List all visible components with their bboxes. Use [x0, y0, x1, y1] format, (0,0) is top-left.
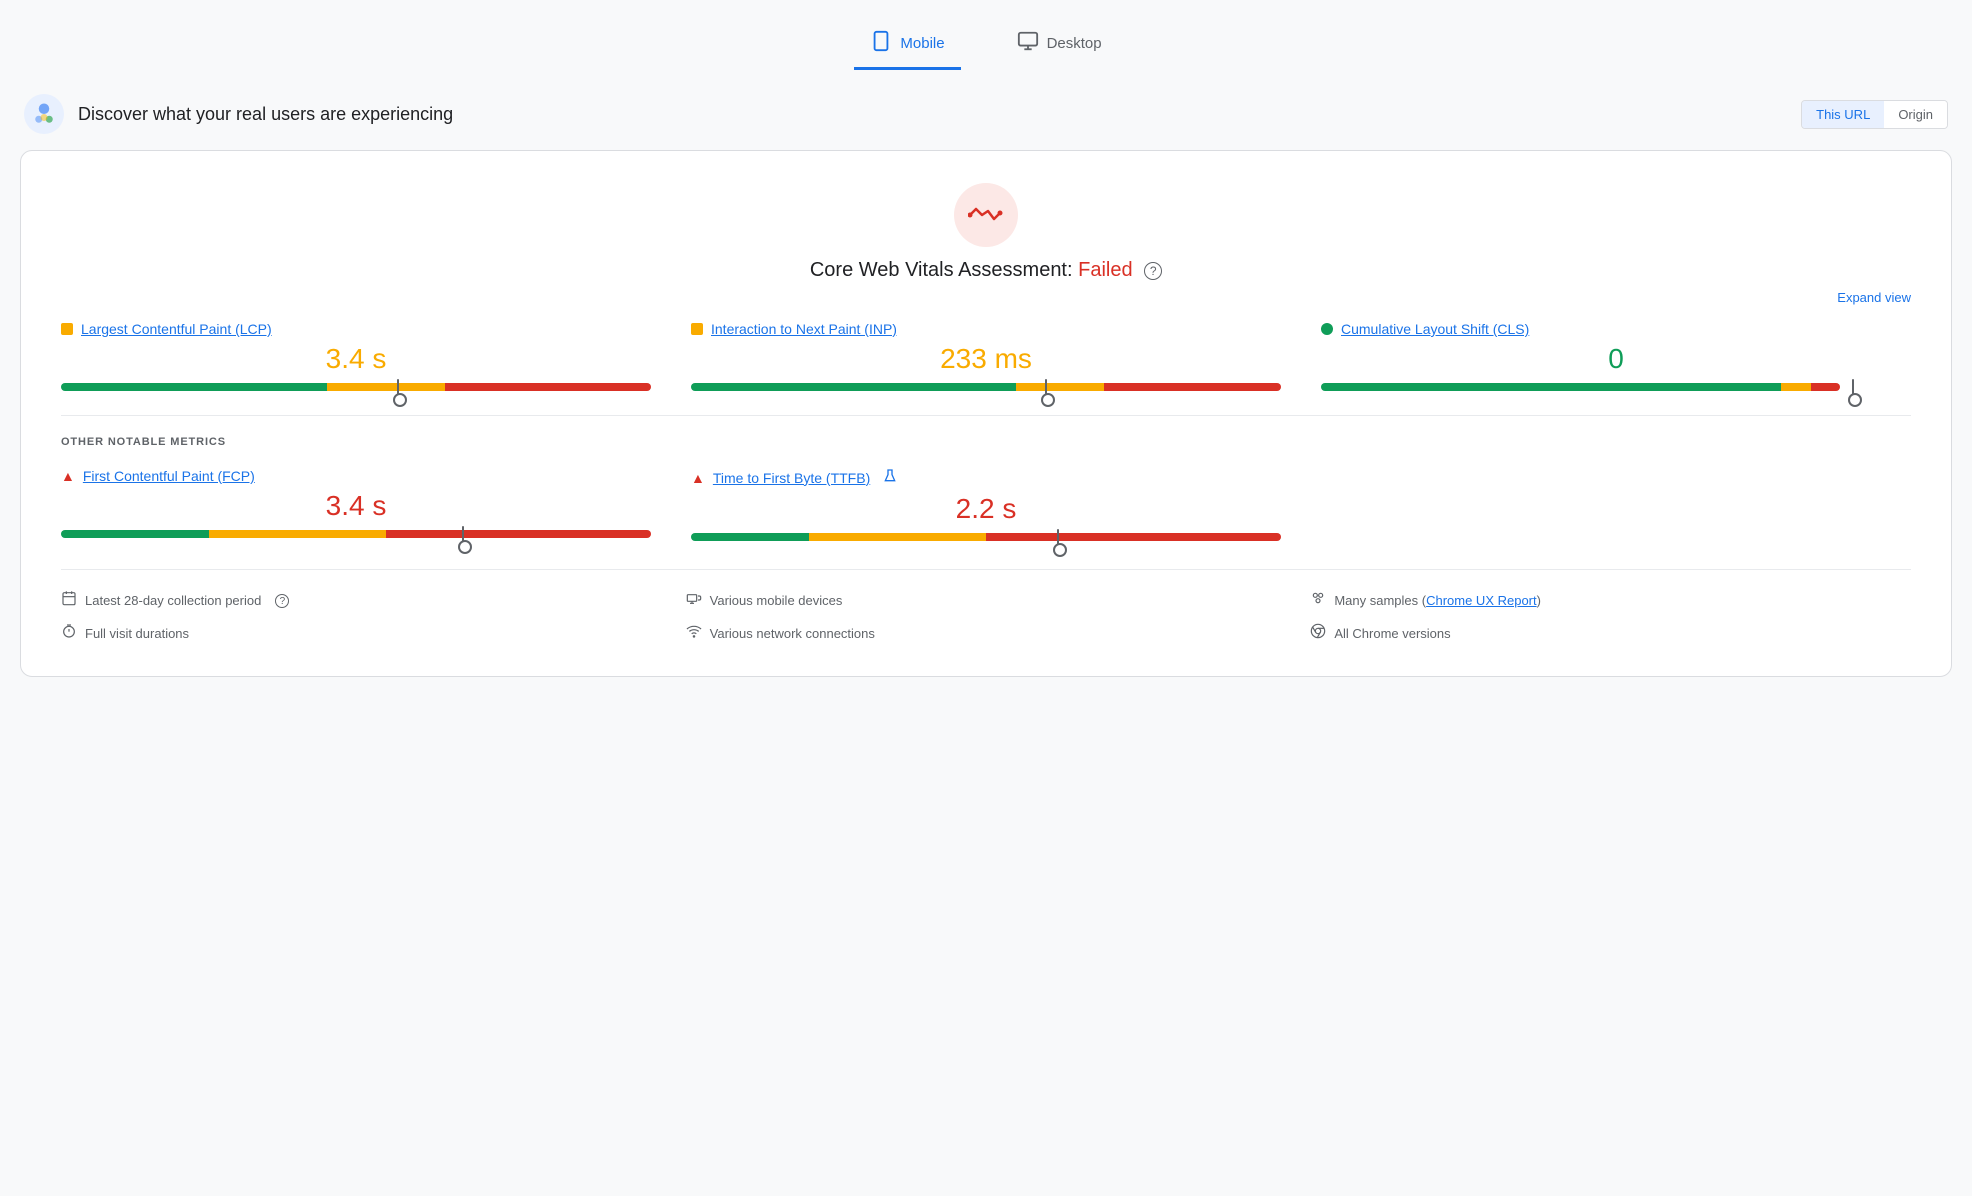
footer-network-text: Various network connections [710, 626, 875, 641]
header-title: Discover what your real users are experi… [78, 104, 453, 125]
lcp-value: 3.4 s [61, 343, 651, 375]
footer-info: Latest 28-day collection period ? Variou… [61, 569, 1911, 644]
lcp-label: Largest Contentful Paint (LCP) [61, 321, 651, 337]
fcp-triangle-icon: ▲ [61, 468, 75, 484]
inp-name[interactable]: Interaction to Next Paint (INP) [711, 321, 897, 337]
network-icon [686, 623, 702, 644]
url-toggle: This URL Origin [1801, 100, 1948, 129]
metric-fcp: ▲ First Contentful Paint (FCP) 3.4 s [61, 468, 651, 541]
ttfb-bar [691, 533, 1281, 541]
ttfb-name[interactable]: Time to First Byte (TTFB) [713, 470, 870, 486]
footer-chrome-text: All Chrome versions [1334, 626, 1450, 641]
tab-mobile[interactable]: Mobile [854, 20, 960, 70]
samples-icon [1310, 590, 1326, 611]
devices-icon [686, 590, 702, 611]
metric-lcp: Largest Contentful Paint (LCP) 3.4 s [61, 321, 651, 391]
main-card: Core Web Vitals Assessment: Failed ? Exp… [20, 150, 1952, 677]
desktop-icon [1017, 30, 1039, 57]
timer-icon [61, 623, 77, 644]
header-row: Discover what your real users are experi… [20, 94, 1952, 134]
cwv-title: Core Web Vitals Assessment: Failed ? [810, 259, 1162, 282]
ttfb-value: 2.2 s [691, 493, 1281, 525]
tab-desktop-label: Desktop [1047, 35, 1102, 52]
tab-desktop[interactable]: Desktop [1001, 20, 1118, 70]
tab-mobile-label: Mobile [900, 35, 944, 52]
fcp-name[interactable]: First Contentful Paint (FCP) [83, 468, 255, 484]
this-url-button[interactable]: This URL [1802, 101, 1884, 128]
metric-cls: Cumulative Layout Shift (CLS) 0 [1321, 321, 1911, 391]
cls-name[interactable]: Cumulative Layout Shift (CLS) [1341, 321, 1529, 337]
chrome-ux-report-link[interactable]: Chrome UX Report [1426, 593, 1537, 608]
fcp-bar [61, 530, 651, 538]
footer-collection-period: Latest 28-day collection period ? [61, 590, 662, 611]
cwv-prefix: Core Web Vitals Assessment: [810, 259, 1078, 281]
footer-network: Various network connections [686, 623, 1287, 644]
mobile-icon [870, 30, 892, 57]
cls-value: 0 [1321, 343, 1911, 375]
lcp-bar [61, 383, 651, 391]
footer-visit-durations: Full visit durations [61, 623, 662, 644]
footer-visit-text: Full visit durations [85, 626, 189, 641]
other-metrics-label: OTHER NOTABLE METRICS [61, 436, 1911, 448]
expand-link[interactable]: Expand view [1837, 290, 1911, 305]
tab-bar: Mobile Desktop [20, 20, 1952, 70]
lcp-name[interactable]: Largest Contentful Paint (LCP) [81, 321, 272, 337]
metric-ttfb: ▲ Time to First Byte (TTFB) 2.2 s [691, 468, 1281, 541]
inp-bar [691, 383, 1281, 391]
section-divider [61, 415, 1911, 416]
calendar-icon [61, 590, 77, 611]
cwv-header: Core Web Vitals Assessment: Failed ? [61, 183, 1911, 282]
footer-samples-text: Many samples (Chrome UX Report) [1334, 593, 1541, 608]
core-metrics-grid: Largest Contentful Paint (LCP) 3.4 s Int… [61, 321, 1911, 391]
cls-dot [1321, 323, 1333, 335]
ttfb-beaker-icon [882, 468, 898, 487]
header-left: Discover what your real users are experi… [24, 94, 453, 134]
cls-label: Cumulative Layout Shift (CLS) [1321, 321, 1911, 337]
fcp-value: 3.4 s [61, 490, 651, 522]
avatar [24, 94, 64, 134]
footer-devices-text: Various mobile devices [710, 593, 843, 608]
chrome-icon [1310, 623, 1326, 644]
lcp-dot [61, 323, 73, 335]
footer-help-icon[interactable]: ? [275, 594, 289, 608]
inp-dot [691, 323, 703, 335]
cls-bar [1321, 383, 1911, 391]
ttfb-triangle-icon: ▲ [691, 470, 705, 486]
other-metrics-grid: ▲ First Contentful Paint (FCP) 3.4 s ▲ T… [61, 468, 1911, 541]
cwv-help-icon[interactable]: ? [1144, 262, 1162, 280]
inp-value: 233 ms [691, 343, 1281, 375]
footer-devices: Various mobile devices [686, 590, 1287, 611]
cwv-title-text: Core Web Vitals Assessment: Failed ? [810, 259, 1162, 281]
footer-samples: Many samples (Chrome UX Report) [1310, 590, 1911, 611]
expand-row: Expand view [61, 290, 1911, 305]
cwv-status: Failed [1078, 259, 1132, 281]
fcp-label: ▲ First Contentful Paint (FCP) [61, 468, 651, 484]
metric-inp: Interaction to Next Paint (INP) 233 ms [691, 321, 1281, 391]
empty-col [1321, 468, 1911, 541]
footer-chrome-versions: All Chrome versions [1310, 623, 1911, 644]
footer-collection-text: Latest 28-day collection period [85, 593, 261, 608]
cwv-icon [954, 183, 1018, 247]
inp-label: Interaction to Next Paint (INP) [691, 321, 1281, 337]
ttfb-label: ▲ Time to First Byte (TTFB) [691, 468, 1281, 487]
origin-button[interactable]: Origin [1884, 101, 1947, 128]
